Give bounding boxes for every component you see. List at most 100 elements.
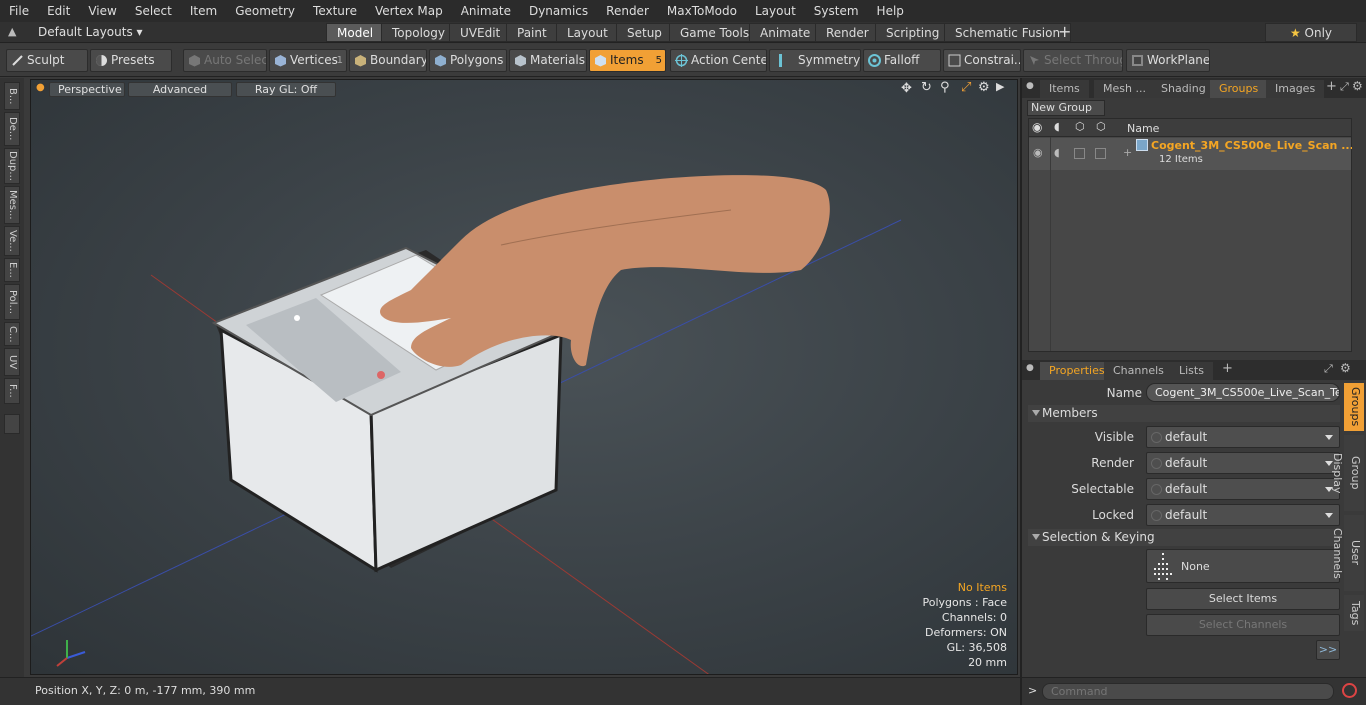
move-view-icon[interactable]: ✥ (901, 81, 912, 96)
menu-edit[interactable]: Edit (38, 4, 79, 18)
strip-tab-polygon[interactable]: Pol... (4, 284, 20, 320)
panel-dot-icon[interactable]: ● (1026, 81, 1034, 91)
new-group-button[interactable]: New Group (1027, 100, 1105, 116)
select-items-button[interactable]: Select Items (1146, 588, 1340, 610)
strip-tab-basic[interactable]: B... (4, 82, 20, 110)
rotate-view-icon[interactable]: ↻ (921, 80, 932, 95)
menu-dynamics[interactable]: Dynamics (520, 4, 597, 18)
menu-view[interactable]: View (79, 4, 125, 18)
strip-tab-edge[interactable]: E... (4, 258, 20, 282)
3d-viewport[interactable]: ● Perspective Advanced Ray GL: Off ✥ ↻ ⚲… (30, 79, 1018, 675)
workplane-button[interactable]: WorkPlane (1126, 49, 1210, 72)
advanced-button[interactable]: Advanced (128, 82, 232, 97)
group-row[interactable]: ◉ ◖ + Cogent_3M_CS500e_Live_Scan ... 12 … (1029, 138, 1354, 170)
name-field[interactable]: Cogent_3M_CS500e_Live_Scan_Tenp (1146, 383, 1340, 402)
props-settings-icon[interactable]: ⚙ (1340, 361, 1351, 375)
tab-groups[interactable]: Groups (1210, 80, 1268, 98)
add-tab-icon[interactable]: + (1058, 22, 1071, 41)
menu-vertex-map[interactable]: Vertex Map (366, 4, 452, 18)
menu-file[interactable]: File (0, 4, 38, 18)
visible-dropdown[interactable]: default (1146, 426, 1340, 448)
presets-button[interactable]: Presets (90, 49, 172, 72)
render-dropdown[interactable]: default (1146, 452, 1340, 474)
record-icon[interactable] (1342, 683, 1357, 698)
tab-shading[interactable]: Shading (1152, 80, 1215, 98)
tab-layout[interactable]: Layout (556, 23, 619, 42)
props-dot-icon[interactable]: ● (1026, 363, 1034, 373)
selectable-dropdown[interactable]: default (1146, 478, 1340, 500)
none-button[interactable]: None (1146, 549, 1340, 583)
perspective-button[interactable]: Perspective (49, 82, 125, 97)
viewport-expand-icon[interactable]: ▶ (996, 80, 1004, 93)
strip-tab-duplicate[interactable]: Dup... (4, 148, 20, 184)
locked-dropdown[interactable]: default (1146, 504, 1340, 526)
menu-system[interactable]: System (805, 4, 868, 18)
add-props-tab-icon[interactable]: + (1222, 361, 1233, 376)
expand-plus-icon[interactable]: + (1123, 146, 1132, 159)
lock-col-icon[interactable]: ⬡ (1075, 120, 1085, 133)
menu-select[interactable]: Select (126, 4, 181, 18)
only-toggle[interactable]: ★ Only (1265, 23, 1357, 42)
viewport-menu-dot-icon[interactable]: ● (36, 82, 45, 93)
menu-item[interactable]: Item (181, 4, 226, 18)
menu-layout[interactable]: Layout (746, 4, 805, 18)
vtab-tags[interactable]: Tags (1344, 595, 1364, 631)
strip-tab-deform[interactable]: De... (4, 112, 20, 146)
add-panel-tab-icon[interactable]: + (1326, 79, 1337, 94)
default-layouts-dropdown[interactable]: Default Layouts ▾ (38, 25, 143, 39)
menu-help[interactable]: Help (868, 4, 913, 18)
tab-uvedit[interactable]: UVEdit (449, 23, 512, 42)
vtab-user-channels[interactable]: User Channels (1331, 515, 1364, 591)
row-select-checkbox[interactable] (1095, 148, 1106, 159)
groups-scrollbar[interactable] (1352, 118, 1362, 352)
selection-keying-section[interactable]: Selection & Keying (1028, 529, 1340, 546)
tab-game-tools[interactable]: Game Tools (669, 23, 761, 42)
boundary-button[interactable]: Boundary (349, 49, 427, 72)
strip-tab-uv[interactable]: UV (4, 348, 20, 376)
more-button[interactable]: >> (1316, 640, 1340, 660)
tab-items[interactable]: Items (1040, 80, 1089, 98)
name-column-header[interactable]: Name (1127, 122, 1159, 135)
menu-geometry[interactable]: Geometry (226, 4, 304, 18)
tab-schematic-fusion[interactable]: Schematic Fusion (944, 23, 1072, 42)
strip-tab-extra[interactable] (4, 414, 20, 434)
tab-model[interactable]: Model (326, 23, 385, 42)
symmetry-button[interactable]: Symmetry (769, 49, 861, 72)
members-section[interactable]: Members (1028, 405, 1340, 422)
tab-lists[interactable]: Lists (1170, 362, 1213, 380)
tab-paint[interactable]: Paint (506, 23, 558, 42)
row-render-icon[interactable]: ◖ (1054, 146, 1060, 159)
falloff-button[interactable]: Falloff (863, 49, 941, 72)
tab-topology[interactable]: Topology (381, 23, 456, 42)
render-col-icon[interactable]: ◖ (1054, 120, 1060, 133)
tab-channels[interactable]: Channels (1104, 362, 1173, 380)
row-eye-icon[interactable]: ◉ (1033, 146, 1043, 159)
select-col-icon[interactable]: ⬡ (1096, 120, 1106, 133)
visibility-eye-icon[interactable]: ◉ (1032, 120, 1042, 134)
tab-animate[interactable]: Animate (749, 23, 822, 42)
tab-properties[interactable]: Properties (1040, 362, 1114, 380)
vertices-button[interactable]: Vertices 1 (269, 49, 347, 72)
strip-tab-mesh[interactable]: Mes... (4, 186, 20, 224)
strip-tab-curve[interactable]: C... (4, 322, 20, 346)
sculpt-button[interactable]: Sculpt (6, 49, 88, 72)
select-channels-button[interactable]: Select Channels (1146, 614, 1340, 636)
tab-render[interactable]: Render (815, 23, 880, 42)
vtab-groups[interactable]: Groups (1344, 383, 1364, 431)
vtab-group-display[interactable]: Group Display (1331, 435, 1364, 511)
items-button[interactable]: Items 5 (589, 49, 666, 72)
tab-mesh[interactable]: Mesh ... (1094, 80, 1155, 98)
raygl-button[interactable]: Ray GL: Off (236, 82, 336, 97)
panel-maximize-icon[interactable]: ⤢ (1340, 80, 1349, 94)
menu-animate[interactable]: Animate (452, 4, 520, 18)
tab-images[interactable]: Images (1266, 80, 1325, 98)
menu-maxtomodo[interactable]: MaxToModo (658, 4, 746, 18)
viewport-settings-icon[interactable]: ⚙ (978, 80, 990, 95)
tab-setup[interactable]: Setup (616, 23, 673, 42)
select-through-button[interactable]: Select Through (1023, 49, 1123, 72)
strip-tab-vertex[interactable]: Ve... (4, 226, 20, 256)
panel-settings-icon[interactable]: ⚙ (1352, 79, 1363, 93)
fit-view-icon[interactable]: ⤢ (961, 80, 971, 95)
action-center-button[interactable]: Action Center (670, 49, 767, 72)
menu-render[interactable]: Render (597, 4, 658, 18)
